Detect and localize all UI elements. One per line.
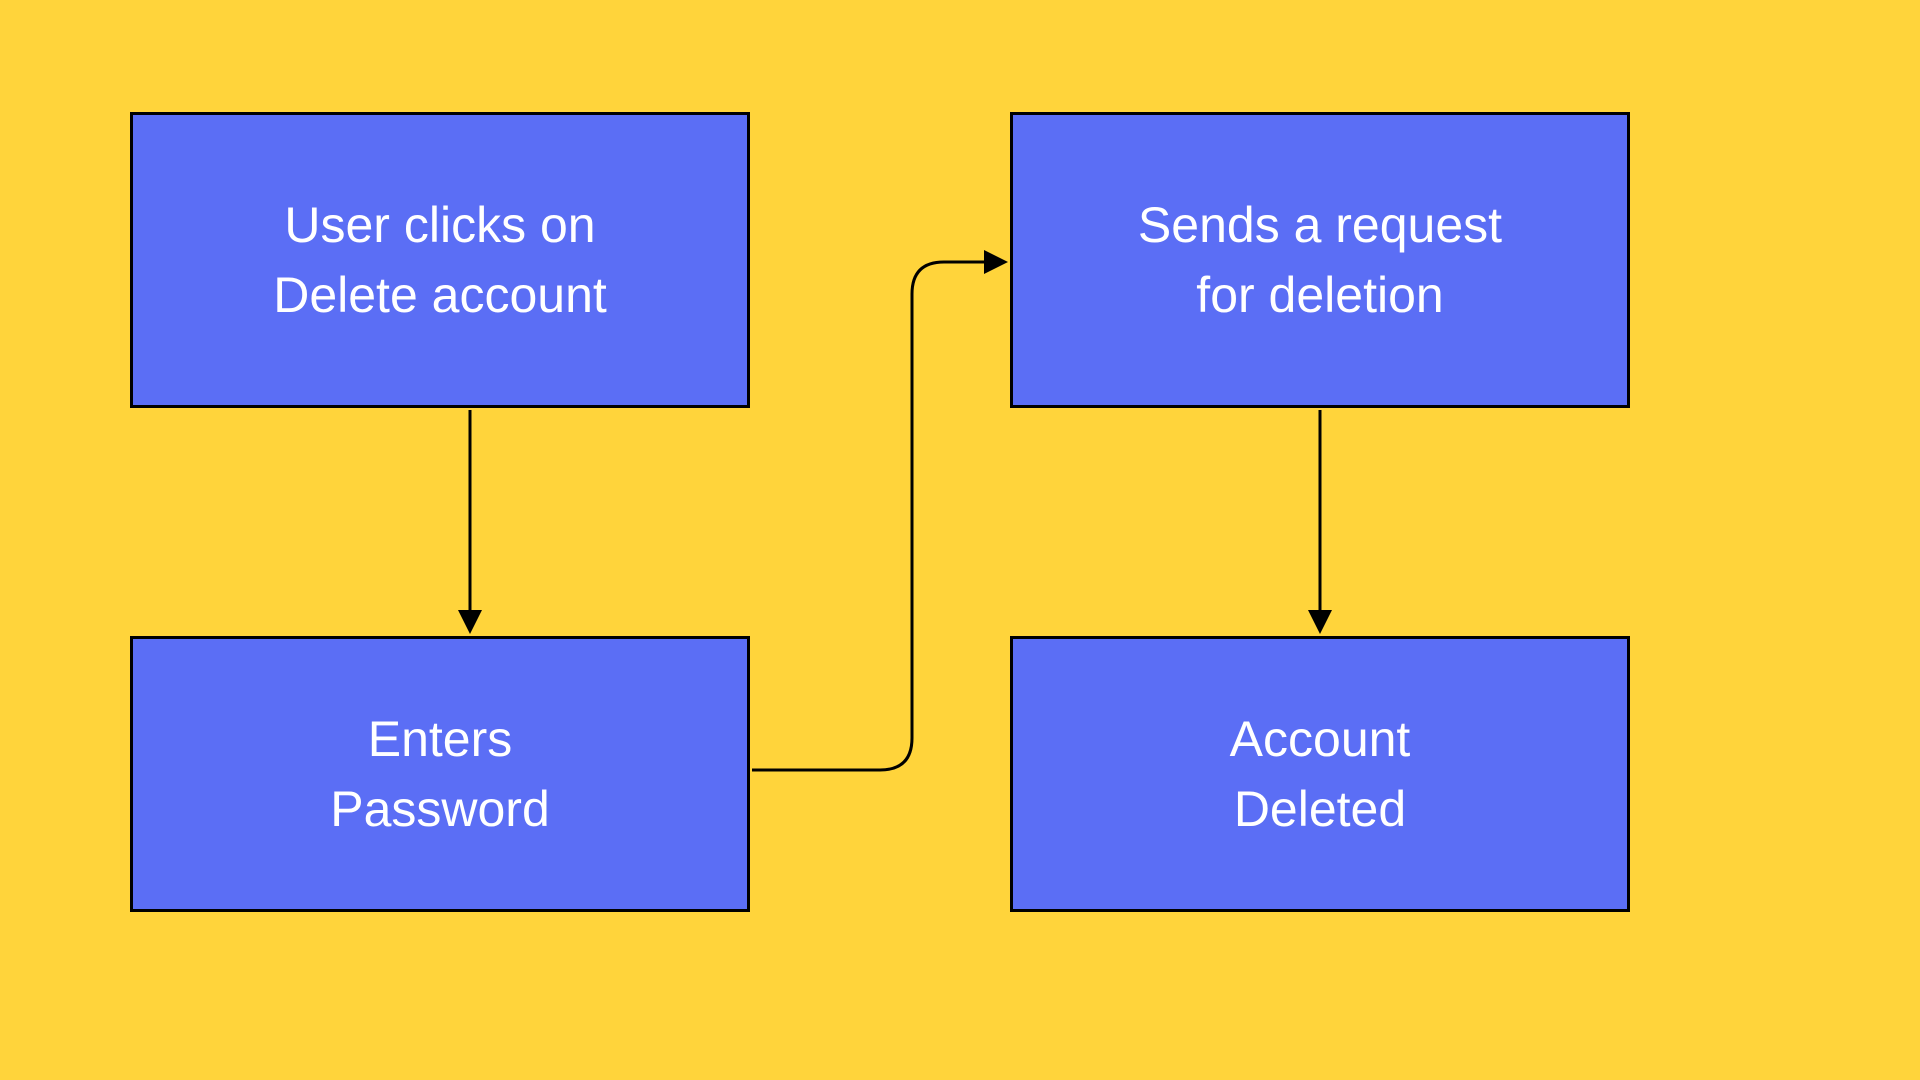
arrow-n2-n3	[752, 262, 1002, 770]
flow-node-label: Account Deleted	[1230, 704, 1411, 844]
flow-node-sends-request: Sends a request for deletion	[1010, 112, 1630, 408]
flow-node-account-deleted: Account Deleted	[1010, 636, 1630, 912]
flow-node-enters-password: Enters Password	[130, 636, 750, 912]
flow-node-label: User clicks on Delete account	[273, 190, 607, 330]
flow-node-user-clicks-delete: User clicks on Delete account	[130, 112, 750, 408]
flow-node-label: Enters Password	[330, 704, 550, 844]
flowchart-canvas: User clicks on Delete account Enters Pas…	[0, 0, 1920, 1080]
flow-node-label: Sends a request for deletion	[1138, 190, 1502, 330]
